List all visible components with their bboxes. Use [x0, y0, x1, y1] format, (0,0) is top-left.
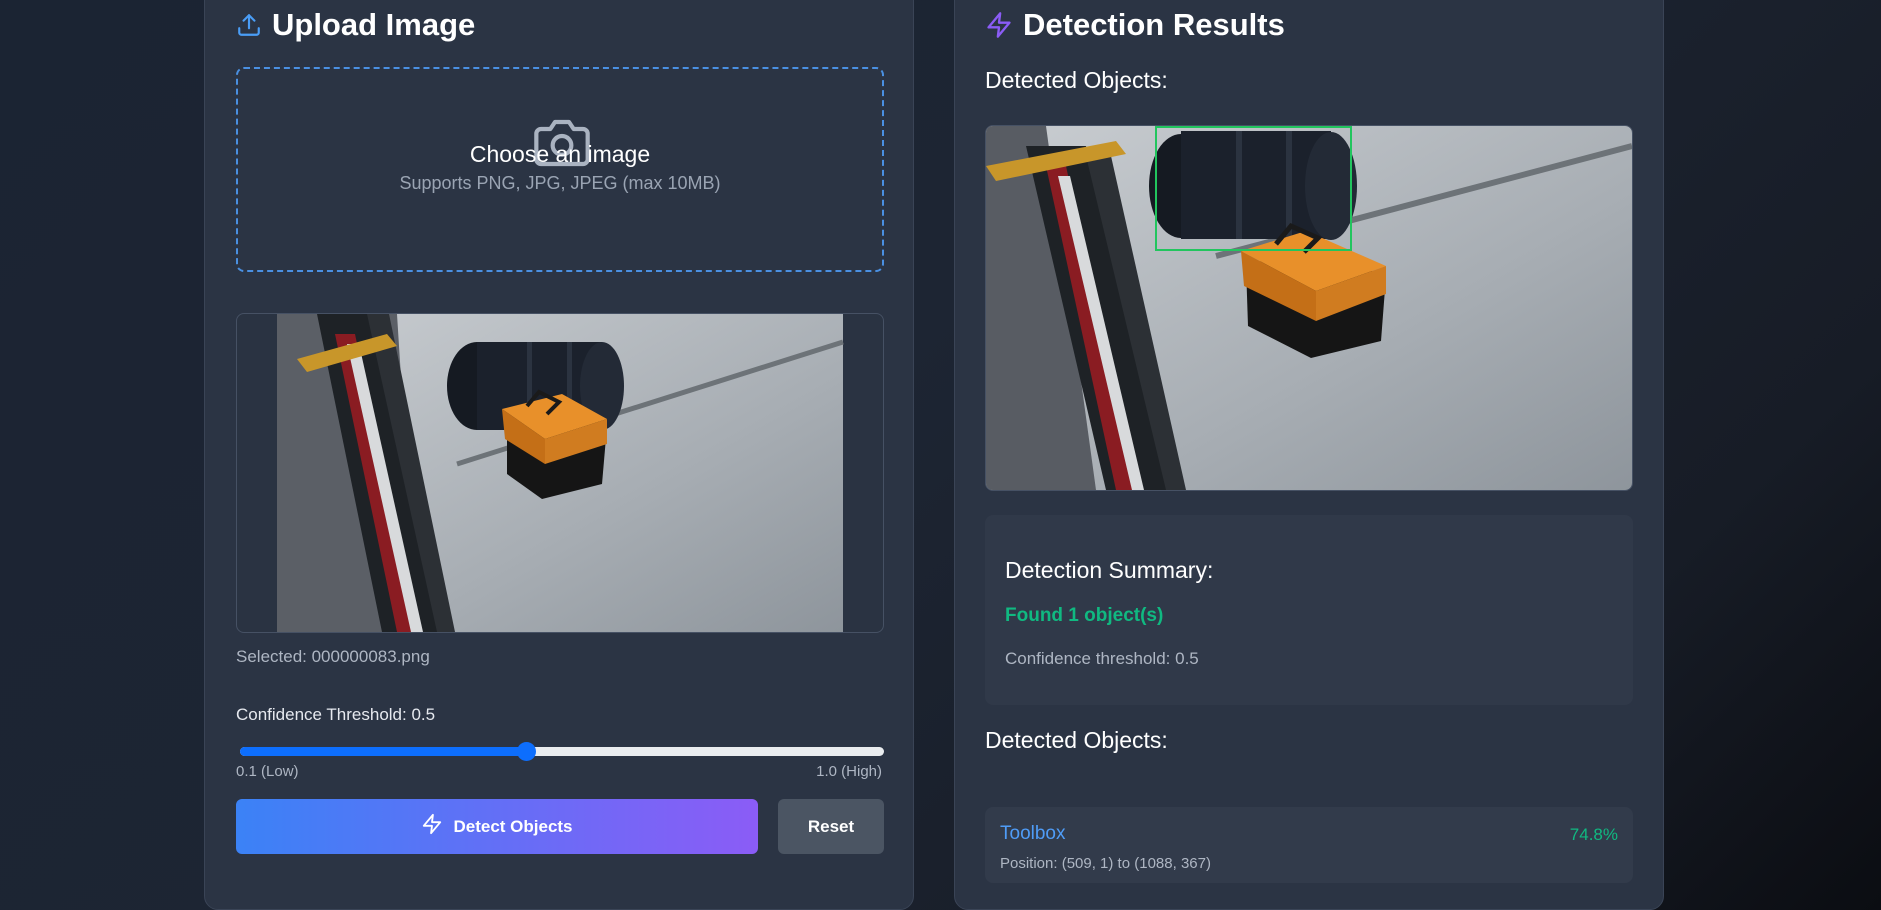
dropzone-title: Choose an image [469, 141, 651, 167]
object-position: Position: (509, 1) to (1088, 367) [1000, 855, 1211, 872]
range-low-label: 0.1 (Low) [236, 763, 299, 780]
summary-title: Detection Summary: [1005, 557, 1214, 583]
slider-thumb[interactable] [517, 742, 537, 761]
detected-objects-list-label: Detected Objects: [985, 727, 1168, 753]
dropzone-subtitle: Supports PNG, JPG, JPEG (max 10MB) [399, 173, 721, 193]
results-panel: Detection Results Detected Objects: Dete… [954, 0, 1664, 910]
confidence-threshold-slider[interactable] [236, 739, 884, 765]
results-heading: Detection Results [985, 7, 1285, 43]
summary-found-count: Found 1 object(s) [1005, 605, 1164, 626]
slider-fill [240, 747, 527, 756]
result-image [986, 126, 1632, 490]
detect-objects-label: Detect Objects [453, 816, 573, 836]
zap-icon [985, 11, 1013, 39]
threshold-label: Confidence Threshold: 0.5 [236, 705, 436, 724]
detected-object-card[interactable]: Toolbox 74.8% Position: (509, 1) to (108… [985, 807, 1633, 883]
summary-threshold: Confidence threshold: 0.5 [1005, 649, 1199, 668]
upload-heading: Upload Image [236, 7, 475, 43]
results-title: Detection Results [1023, 7, 1285, 42]
upload-title: Upload Image [272, 7, 476, 42]
image-dropzone[interactable]: Choose an image Supports PNG, JPG, JPEG … [236, 67, 884, 272]
detected-image-label: Detected Objects: [985, 67, 1168, 93]
detect-objects-button[interactable]: Detect Objects [236, 799, 758, 854]
upload-panel: Upload Image Choose an image Supports PN… [204, 0, 914, 910]
selected-file-text: Selected: 000000083.png [236, 647, 430, 666]
preview-image [277, 314, 844, 632]
zap-icon [421, 813, 443, 840]
image-preview [236, 313, 884, 633]
detection-summary: Detection Summary: Found 1 object(s) Con… [985, 515, 1633, 705]
upload-icon [236, 12, 262, 38]
object-name: Toolbox [1000, 823, 1066, 844]
object-confidence: 74.8% [1569, 825, 1618, 844]
detection-result-image [985, 125, 1633, 491]
reset-button[interactable]: Reset [778, 799, 884, 854]
range-high-label: 1.0 (High) [816, 763, 882, 780]
